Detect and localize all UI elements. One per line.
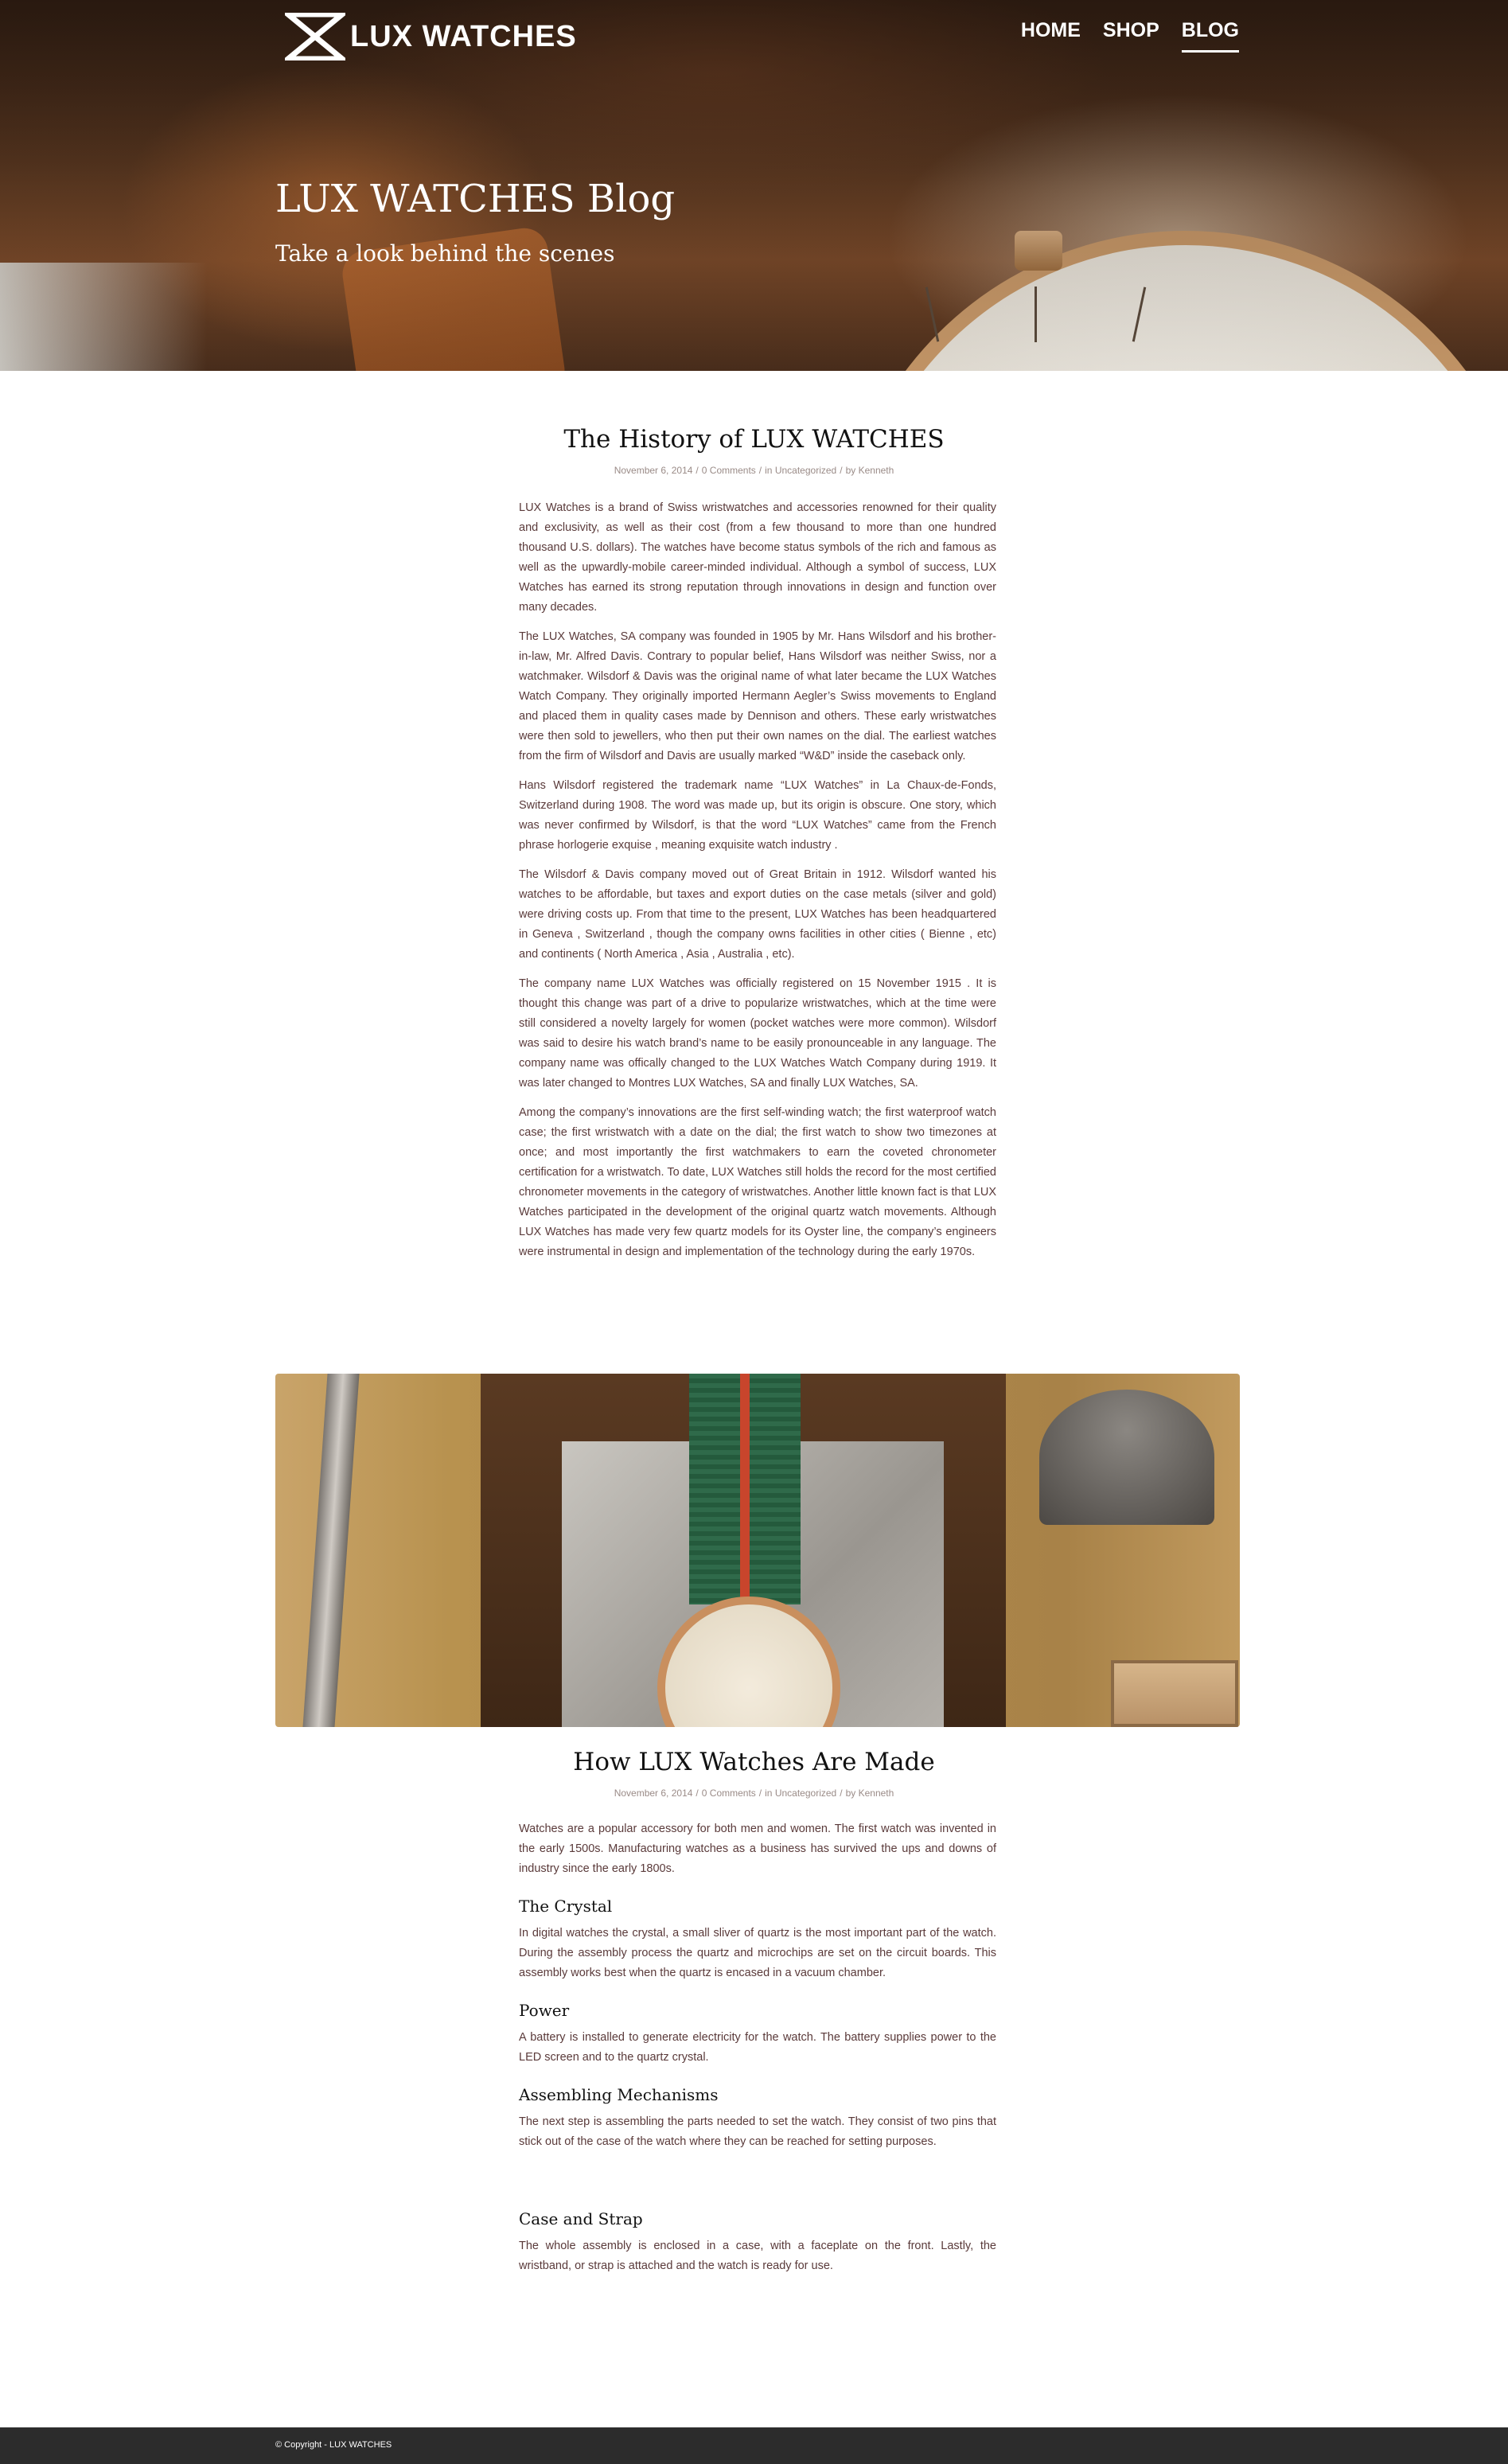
- section-heading: Assembling Mechanisms: [519, 2085, 719, 2104]
- post-paragraph: LUX Watches is a brand of Swiss wristwat…: [519, 501, 996, 614]
- hero-title: LUX WATCHES Blog: [275, 177, 676, 221]
- post-title[interactable]: The History of LUX WATCHES: [563, 425, 944, 454]
- section-text: A battery is installed to generate elect…: [519, 2031, 996, 2064]
- post-meta: November 6, 2014/0 Comments / in Uncategor…: [614, 465, 894, 476]
- nav-blog[interactable]: BLOG: [1181, 19, 1239, 53]
- hero-subtitle: Take a look behind the scenes: [275, 240, 615, 267]
- site-footer: © Copyright - LUX WATCHES: [0, 2427, 1508, 2464]
- post-comments-link[interactable]: 0 Comments: [702, 465, 756, 476]
- section-text: The next step is assembling the parts ne…: [519, 2115, 996, 2148]
- footer-copyright: © Copyright - LUX WATCHES: [275, 2440, 392, 2450]
- post-header: The History of LUX WATCHES November 6, 2…: [0, 425, 1508, 476]
- post-category-link[interactable]: Uncategorized: [775, 465, 836, 476]
- section-heading: Case and Strap: [519, 2209, 643, 2228]
- post-title[interactable]: How LUX Watches Are Made: [573, 1748, 934, 1776]
- hero-banner: LUX WATCHES HOME SHOP BLOG LUX WATCHES B…: [0, 0, 1508, 371]
- post-body: LUX Watches is a brand of Swiss wristwat…: [519, 498, 996, 1272]
- post-paragraph: The LUX Watches, SA company was founded …: [519, 630, 996, 762]
- hourglass-logo-icon: [285, 13, 345, 60]
- author-prefix: by: [845, 1788, 856, 1799]
- category-prefix: in: [765, 1788, 773, 1799]
- post-paragraph: The Wilsdorf & Davis company moved out o…: [519, 868, 996, 961]
- section-heading: The Crystal: [519, 1897, 613, 1916]
- post-paragraph: Hans Wilsdorf registered the trademark n…: [519, 779, 996, 852]
- section-text: In digital watches the crystal, a small …: [519, 1927, 996, 1979]
- logo-text: LUX WATCHES: [350, 19, 577, 53]
- nav-home[interactable]: HOME: [1021, 19, 1081, 53]
- post-author-link[interactable]: Kenneth: [859, 465, 894, 476]
- nav-shop[interactable]: SHOP: [1103, 19, 1159, 53]
- author-prefix: by: [845, 465, 856, 476]
- post-body: Watches are a popular accessory for both…: [519, 1819, 996, 2286]
- hero-overlay: [0, 0, 1508, 371]
- post-date: November 6, 2014: [614, 465, 693, 476]
- site-logo[interactable]: LUX WATCHES: [285, 13, 577, 60]
- post-featured-image[interactable]: [275, 1374, 1240, 1727]
- post-intro: Watches are a popular accessory for both…: [519, 1823, 996, 1875]
- main-nav: HOME SHOP BLOG: [1021, 19, 1239, 53]
- category-prefix: in: [765, 465, 773, 476]
- post-paragraph: The company name LUX Watches was officia…: [519, 977, 996, 1090]
- watch-tool-graphic: [1039, 1390, 1214, 1525]
- vintage-card-graphic: [1111, 1660, 1238, 1727]
- section-text: The whole assembly is enclosed in a case…: [519, 2240, 996, 2272]
- strap-stripe-graphic: [740, 1374, 750, 1604]
- post-date: November 6, 2014: [614, 1788, 693, 1799]
- post-meta: November 6, 2014/0 Comments / in Uncategor…: [614, 1788, 894, 1799]
- post-comments-link[interactable]: 0 Comments: [702, 1788, 756, 1799]
- post-header: How LUX Watches Are Made November 6, 201…: [0, 1748, 1508, 1799]
- post-paragraph: Among the company’s innovations are the …: [519, 1106, 996, 1258]
- post-category-link[interactable]: Uncategorized: [775, 1788, 836, 1799]
- post-author-link[interactable]: Kenneth: [859, 1788, 894, 1799]
- section-heading: Power: [519, 2001, 570, 2020]
- tweezer-graphic: [302, 1374, 360, 1727]
